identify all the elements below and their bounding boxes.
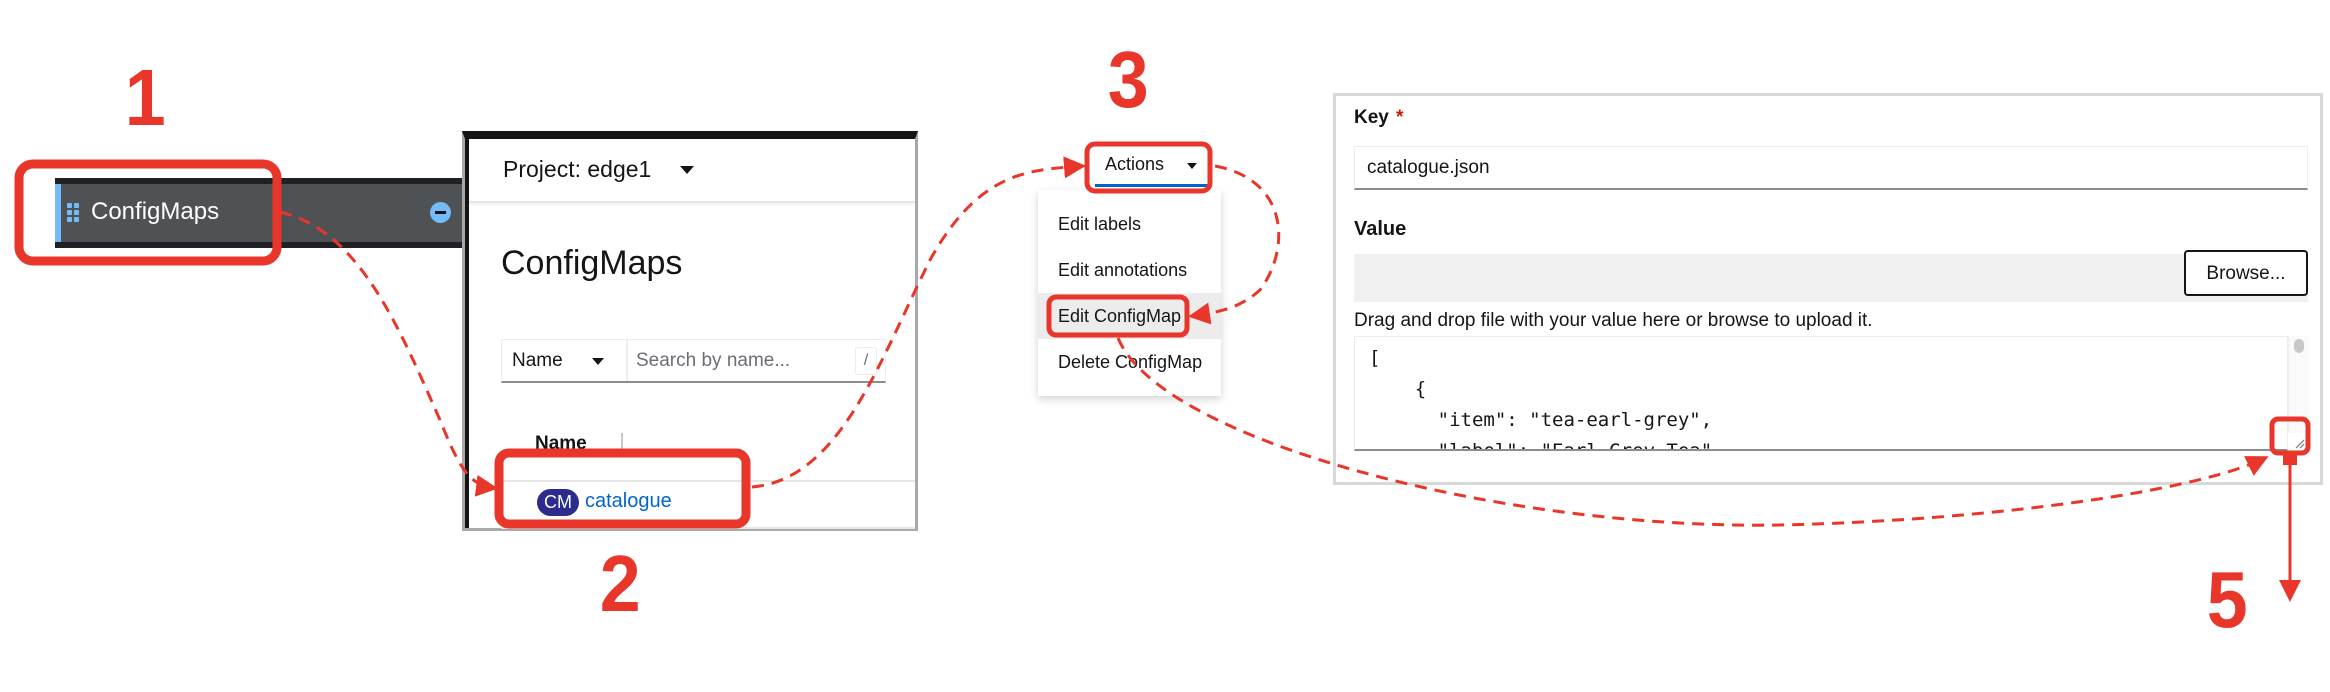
menu-item-edit-labels[interactable]: Edit labels: [1038, 201, 1221, 247]
filter-type-label: Name: [512, 350, 563, 371]
helper-text: Drag and drop file with your value here …: [1354, 310, 1873, 331]
column-header-name[interactable]: Name: [535, 433, 587, 455]
step-number-2: 2: [599, 539, 641, 628]
resize-handle-icon[interactable]: [2288, 433, 2308, 451]
sort-icon[interactable]: [620, 431, 624, 453]
sidebar-nav-item-configmaps[interactable]: ConfigMaps: [55, 178, 475, 248]
value-textarea[interactable]: [ { "item": "tea-earl-grey", "label": "E…: [1354, 336, 2288, 451]
scrollbar-thumb[interactable]: [2294, 339, 2304, 353]
menu-item-delete-configmap[interactable]: Delete ConfigMap: [1038, 339, 1221, 385]
menu-item-edit-annotations[interactable]: Edit annotations: [1038, 247, 1221, 293]
project-selector[interactable]: Project: edge1: [503, 156, 651, 183]
required-marker: *: [1396, 107, 1404, 128]
drag-handle-icon[interactable]: [67, 203, 81, 223]
actions-label: Actions: [1105, 154, 1165, 174]
configmap-link[interactable]: catalogue: [585, 490, 672, 513]
configmap-data-form: Key * catalogue.json Value Browse... Dra…: [1333, 93, 2323, 485]
step-number-3: 3: [1107, 35, 1149, 124]
resource-badge: CM: [537, 489, 579, 516]
step-number-1: 1: [124, 53, 166, 142]
configmaps-list-page: Project: edge1 ConfigMaps Name Search by…: [462, 131, 918, 531]
value-textarea-content: [ { "item": "tea-earl-grey", "label": "E…: [1369, 347, 1713, 451]
remove-circle-icon[interactable]: [430, 202, 451, 223]
filter-type-dropdown[interactable]: Name: [502, 340, 628, 381]
menu-item-edit-configmap[interactable]: Edit ConfigMap: [1038, 293, 1221, 339]
keyboard-shortcut-hint: /: [855, 347, 877, 375]
key-label: Key: [1354, 107, 1389, 128]
caret-down-icon: [1187, 163, 1197, 169]
project-selector-bar: Project: edge1: [469, 139, 915, 203]
active-accent-bar: [55, 184, 61, 242]
key-input-value: catalogue.json: [1367, 157, 1490, 178]
caret-down-icon[interactable]: [680, 166, 694, 174]
search-input[interactable]: Search by name...: [636, 350, 790, 372]
sidebar-item-label: ConfigMaps: [91, 198, 220, 225]
actions-dropdown-button[interactable]: Actions: [1095, 145, 1212, 187]
key-input[interactable]: catalogue.json: [1354, 146, 2308, 190]
step-number-5: 5: [2206, 555, 2248, 644]
file-upload-field[interactable]: [1354, 254, 2308, 302]
page-title: ConfigMaps: [501, 244, 683, 282]
value-label: Value: [1354, 218, 1407, 240]
browse-button[interactable]: Browse...: [2184, 250, 2308, 296]
textarea-scrollbar[interactable]: [2288, 336, 2309, 433]
table-divider: [501, 480, 915, 482]
actions-menu: Edit labels Edit annotations Edit Config…: [1038, 190, 1221, 396]
table-divider: [501, 527, 915, 529]
filter-toolbar: Name Search by name... /: [501, 339, 886, 383]
caret-down-icon: [592, 358, 604, 365]
